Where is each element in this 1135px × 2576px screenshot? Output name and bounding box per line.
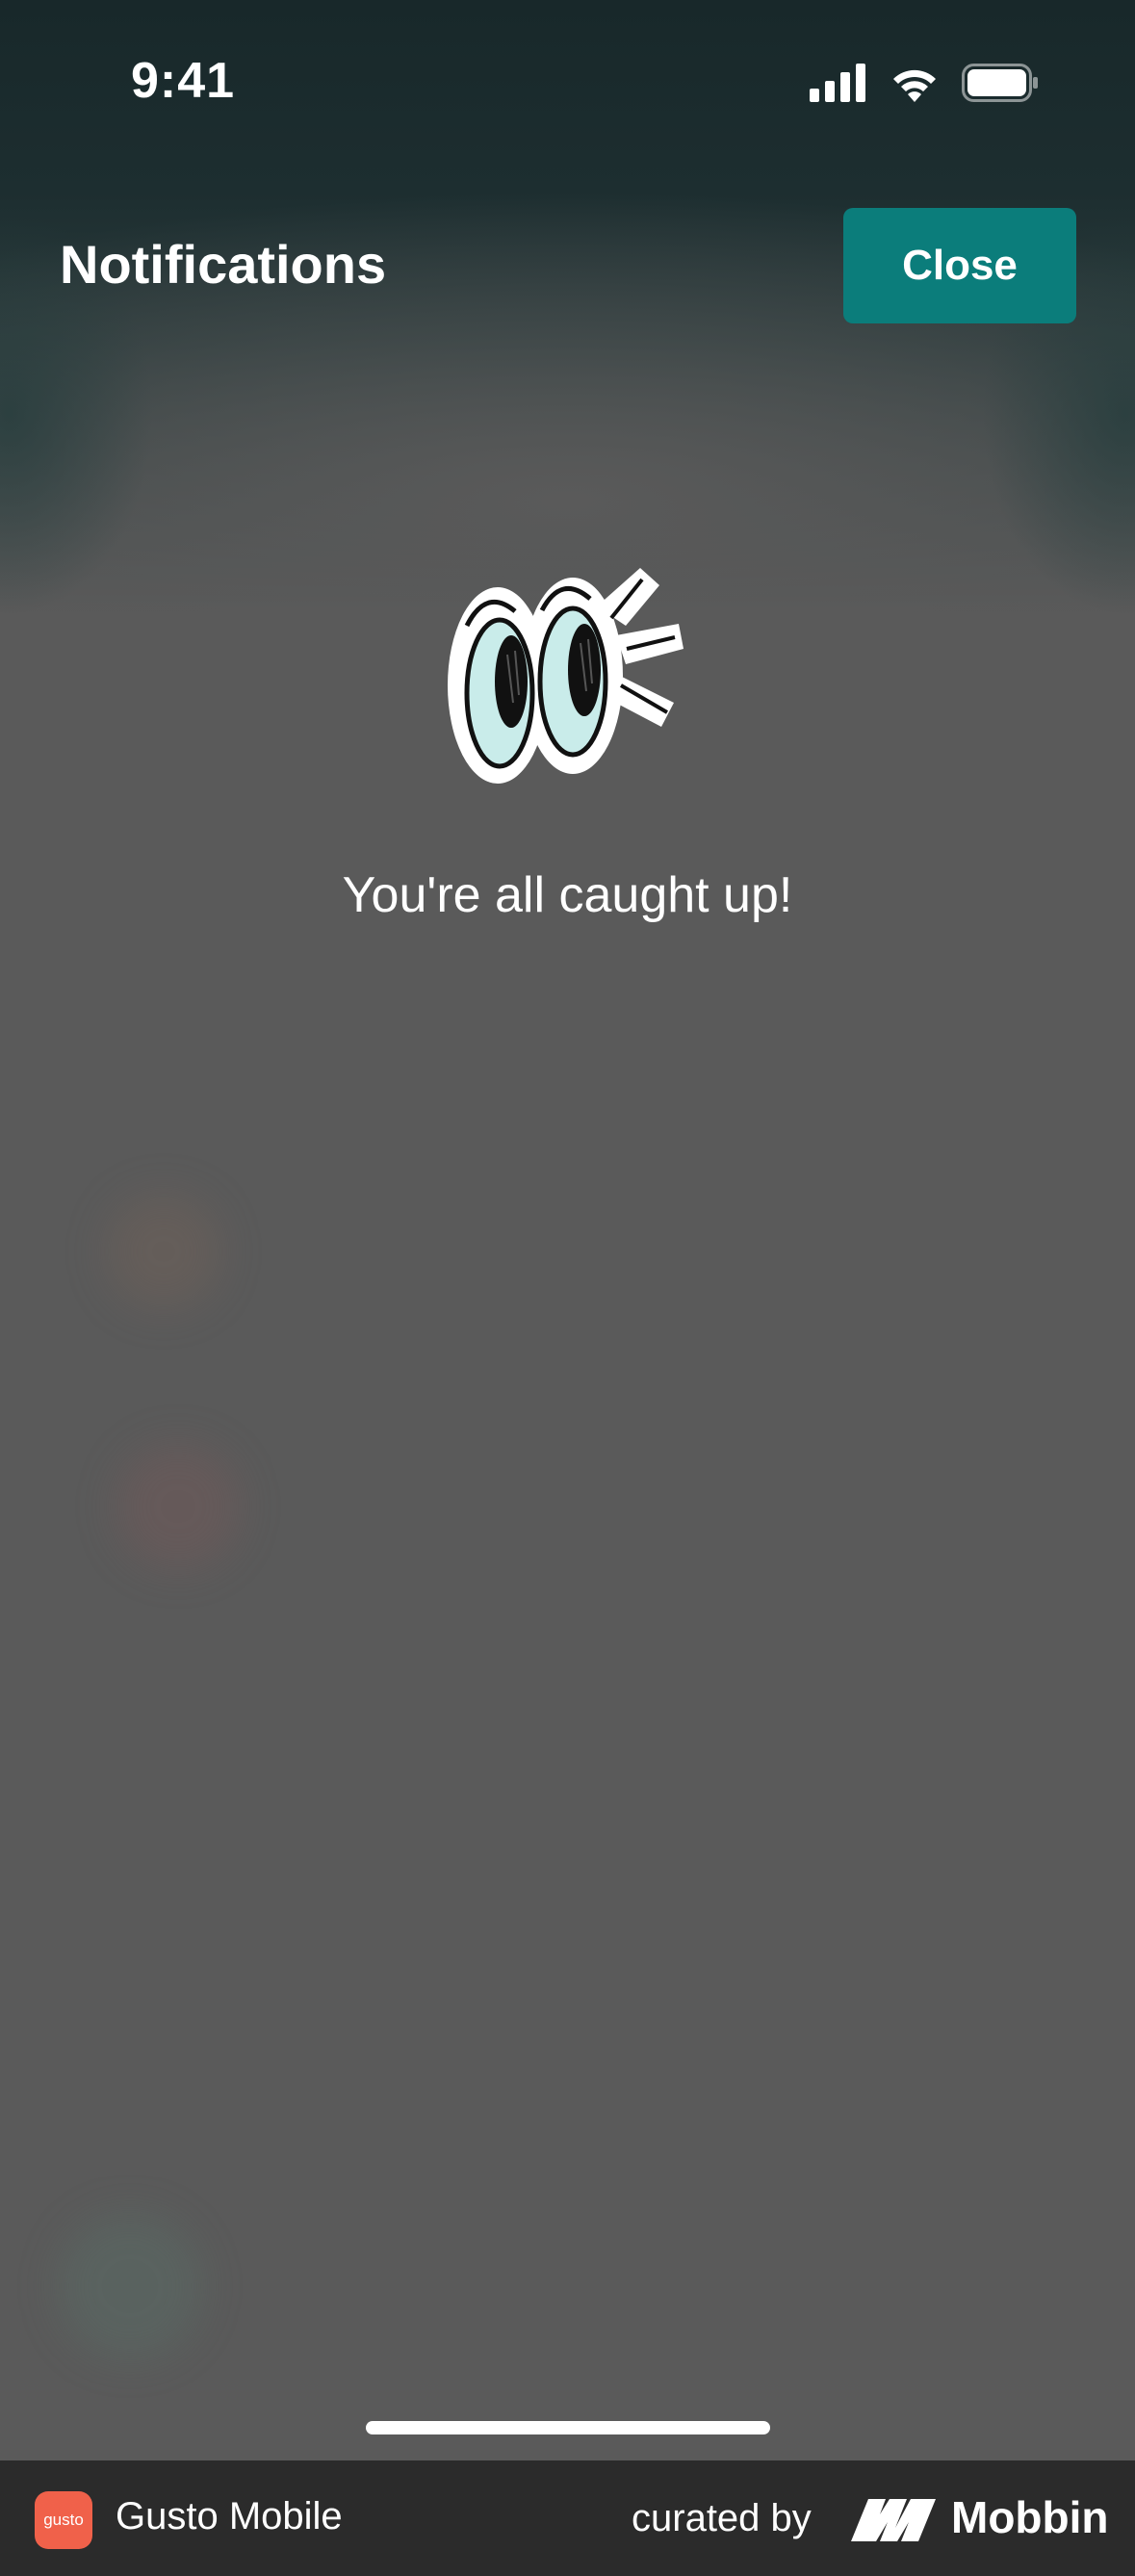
battery-icon <box>962 64 1038 102</box>
status-time: 9:41 <box>131 53 236 109</box>
mobbin-logo-icon <box>851 2499 936 2541</box>
status-icons <box>810 62 1039 104</box>
footer-curated-label: curated by <box>632 2497 812 2539</box>
background-blur <box>58 2214 202 2358</box>
gusto-app-icon: gusto <box>35 2491 92 2549</box>
status-bar: 9:41 <box>0 0 1135 164</box>
page-title: Notifications <box>60 234 387 295</box>
footer-app-name: Gusto Mobile <box>116 2495 343 2537</box>
notifications-screen: 9:41 Notifications Close You're all caug… <box>0 0 1135 2576</box>
home-indicator[interactable] <box>366 2421 770 2434</box>
googly-eyes-icon <box>448 568 684 784</box>
wifi-icon <box>893 69 936 102</box>
footer-bar: gusto Gusto Mobile curated by Mobbin <box>0 2460 1135 2576</box>
background-blur <box>106 1194 221 1309</box>
close-button[interactable]: Close <box>843 208 1076 323</box>
mobbin-brand-text: Mobbin <box>951 2492 1109 2542</box>
background-blur <box>116 1444 241 1569</box>
cellular-signal-icon <box>810 64 865 102</box>
empty-state-message: You're all caught up! <box>342 867 793 923</box>
